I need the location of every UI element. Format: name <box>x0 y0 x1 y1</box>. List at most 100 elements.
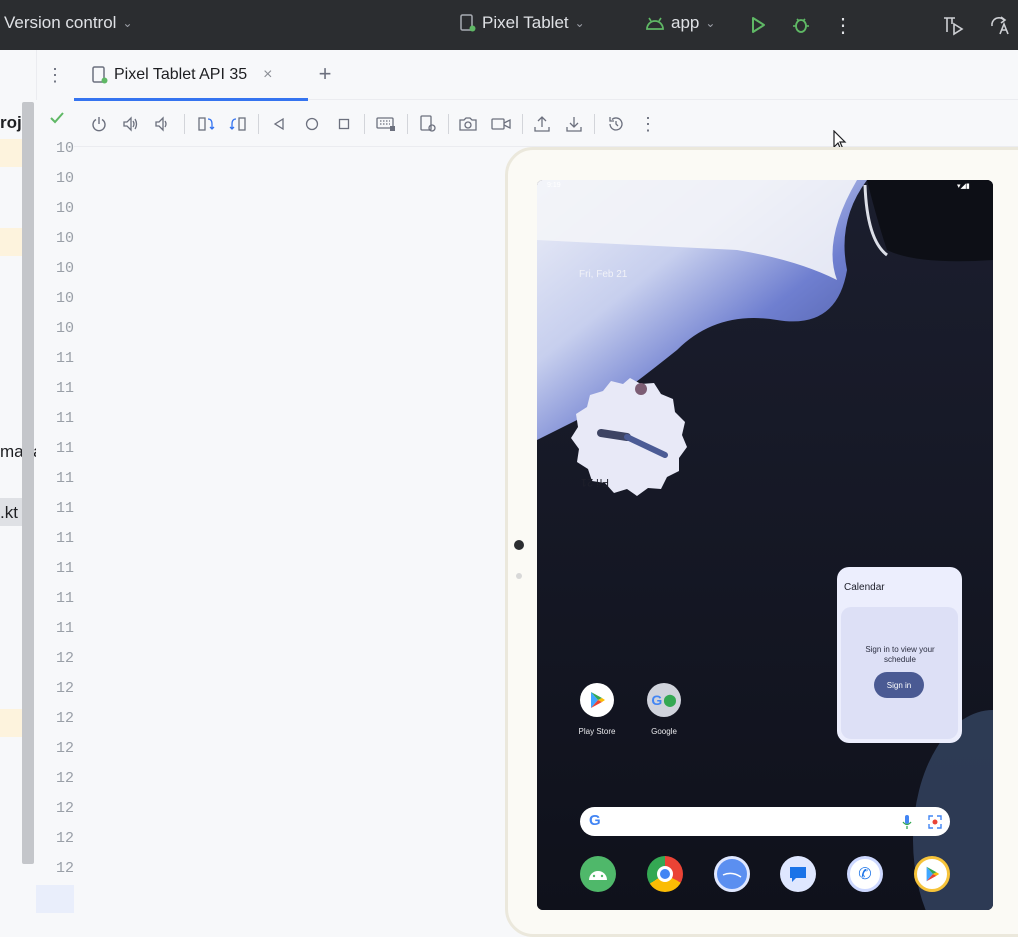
chevron-down-icon: ⌄ <box>705 16 716 30</box>
clock-widget[interactable]: Fri 21 <box>565 373 695 503</box>
current-line-highlight <box>36 885 74 913</box>
translate-icon <box>991 16 1009 35</box>
power-icon <box>92 117 106 132</box>
add-tab-button[interactable]: + <box>312 60 338 88</box>
calendar-widget[interactable]: Calendar Sign in to view your schedule S… <box>837 567 962 743</box>
line-number: 11 <box>56 380 75 397</box>
volume-up-button[interactable] <box>119 112 143 136</box>
android-icon <box>646 17 664 30</box>
rotate-right-icon <box>229 117 246 131</box>
dock-app-browser[interactable] <box>714 856 750 892</box>
line-number: 11 <box>56 560 75 577</box>
device-settings-button[interactable] <box>416 112 440 136</box>
translate-button[interactable] <box>985 10 1015 40</box>
back-button[interactable] <box>267 112 291 136</box>
highlight-row <box>0 228 22 256</box>
mic-icon[interactable] <box>902 814 912 830</box>
more-vertical-icon: ⋮ <box>46 64 64 85</box>
toolbar-more-button[interactable]: ⋮ <box>636 112 660 136</box>
browser-icon <box>722 872 742 878</box>
screen-record-button[interactable] <box>489 112 513 136</box>
device-manager-icon <box>944 17 964 36</box>
line-number: 12 <box>56 710 75 727</box>
run-button[interactable] <box>743 10 773 40</box>
status-time: 9:19 <box>547 182 561 189</box>
run-config-selector[interactable]: app ⌄ <box>645 13 715 33</box>
keyboard-button[interactable] <box>374 112 398 136</box>
toolbar-separator <box>407 114 408 134</box>
chevron-down-icon: ⌄ <box>574 16 585 30</box>
line-number: 11 <box>56 470 75 487</box>
more-vertical-icon: ⋮ <box>833 14 853 37</box>
title-bar: Version control ⌄ Pixel Tablet ⌄ app ⌄ ⋮ <box>0 0 1018 50</box>
video-camera-icon <box>491 118 511 130</box>
debug-button[interactable] <box>786 10 816 40</box>
running-devices-tabbar: Pixel Tablet API 35 × + <box>74 50 1018 101</box>
home-button[interactable] <box>300 112 324 136</box>
calendar-message: Sign in to view your schedule <box>865 645 935 664</box>
line-number: 11 <box>56 590 75 607</box>
volume-down-button[interactable] <box>150 112 174 136</box>
status-icons: ▾◢▮ <box>957 183 970 190</box>
device-selector[interactable]: Pixel Tablet ⌄ <box>460 13 585 33</box>
line-number-gutter: 10 10 10 10 10 10 10 11 11 11 11 11 11 11 11 11 11 12 12 12… <box>36 100 74 922</box>
dock-app-play[interactable] <box>914 856 950 892</box>
tab-label: Pixel Tablet API 35 <box>114 66 248 83</box>
run-config-label: app <box>671 13 700 32</box>
line-number: 10 <box>56 260 75 277</box>
app-play-store[interactable] <box>580 683 614 717</box>
lens-icon[interactable] <box>927 814 943 830</box>
line-number: 10 <box>56 290 75 307</box>
close-icon[interactable]: × <box>263 66 272 84</box>
dock-app-chrome[interactable] <box>647 856 683 892</box>
device-screen[interactable]: 9:19 ▾◢▮ Fri, Feb 21 Fri 21 Calendar Sig… <box>537 180 993 910</box>
device-manager-button[interactable] <box>938 10 968 40</box>
upload-icon <box>534 116 550 132</box>
wallpaper <box>537 180 993 910</box>
tab-pixel-tablet[interactable]: Pixel Tablet API 35 × <box>74 50 308 101</box>
google-icon: G <box>651 692 663 708</box>
clock-hour-hand <box>597 429 631 441</box>
dock-app-android[interactable] <box>580 856 616 892</box>
line-number: 11 <box>56 500 75 517</box>
import-button[interactable] <box>562 112 586 136</box>
power-button[interactable] <box>87 112 111 136</box>
version-control-menu[interactable]: Version control ⌄ <box>4 13 133 33</box>
clock-date-label: Fri 21 <box>581 476 609 488</box>
play-icon <box>926 866 940 882</box>
panel-options-button[interactable]: ⋮ <box>36 50 74 100</box>
dock-app-messages[interactable] <box>780 856 816 892</box>
more-actions-button[interactable]: ⋮ <box>828 10 858 40</box>
rotate-left-button[interactable] <box>194 112 218 136</box>
rotate-right-button[interactable] <box>226 112 250 136</box>
line-number: 11 <box>56 620 75 637</box>
export-button[interactable] <box>530 112 554 136</box>
app-google[interactable]: G ⬤ <box>647 683 681 717</box>
tree-item-kt-file[interactable]: .kt <box>0 503 18 523</box>
line-number: 11 <box>56 530 75 547</box>
app-label-google: Google <box>651 727 677 736</box>
toolbar-separator <box>258 114 259 134</box>
screenshot-button[interactable] <box>456 112 480 136</box>
sign-in-label: Sign in <box>886 680 912 690</box>
device-icon <box>460 14 476 32</box>
line-number: 12 <box>56 650 75 667</box>
bug-icon <box>793 18 809 33</box>
search-bar[interactable]: G <box>580 807 950 836</box>
back-triangle-icon <box>273 117 284 131</box>
overview-button[interactable] <box>332 112 356 136</box>
overview-square-icon <box>338 118 350 130</box>
date-text: Fri, Feb 21 <box>579 269 628 280</box>
highlight-row <box>0 709 22 737</box>
project-scrollbar[interactable] <box>22 102 34 864</box>
home-circle-icon <box>305 117 319 131</box>
version-control-label: Version control <box>4 13 117 32</box>
android-icon <box>589 871 607 880</box>
dock-app-phone[interactable]: ✆ <box>847 856 883 892</box>
snapshot-button[interactable] <box>604 112 628 136</box>
history-icon <box>609 117 623 131</box>
device-label: Pixel Tablet <box>482 13 569 32</box>
highlight-row <box>0 139 22 167</box>
toolbar-separator <box>448 114 449 134</box>
calendar-sign-in-button[interactable]: Sign in <box>874 672 924 698</box>
